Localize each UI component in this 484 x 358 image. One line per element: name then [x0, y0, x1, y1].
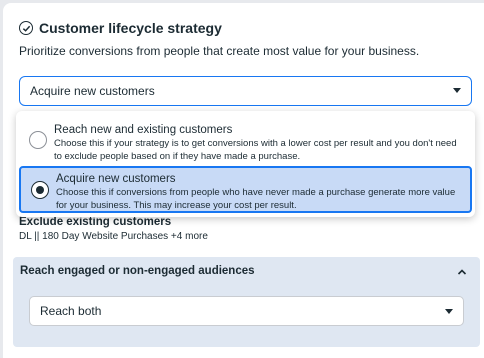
- check-circle-icon: [19, 21, 33, 35]
- option-title: Acquire new customers: [56, 173, 176, 185]
- option-description: Choose this if your strategy is to get c…: [54, 138, 457, 162]
- option-reach-new-and-existing[interactable]: Reach new and existing customers Choose …: [19, 117, 472, 165]
- exclude-existing-title: Exclude existing customers: [19, 216, 172, 228]
- chevron-up-icon[interactable]: [457, 267, 467, 277]
- caret-down-icon: [453, 88, 461, 93]
- strategy-select-value: Acquire new customers: [30, 84, 155, 98]
- option-acquire-new-customers[interactable]: Acquire new customers Choose this if con…: [19, 166, 472, 213]
- card-title: Customer lifecycle strategy: [39, 20, 222, 36]
- option-title: Reach new and existing customers: [54, 124, 233, 136]
- radio-button-selected[interactable]: [31, 181, 49, 199]
- card-header: Customer lifecycle strategy: [19, 20, 222, 36]
- engaged-audiences-section: Reach engaged or non-engaged audiences R…: [13, 257, 480, 347]
- engaged-audiences-select[interactable]: Reach both: [29, 296, 464, 326]
- engaged-audiences-select-value: Reach both: [40, 304, 102, 318]
- card-subtitle: Prioritize conversions from people that …: [19, 44, 420, 58]
- engaged-audiences-title: Reach engaged or non-engaged audiences: [20, 265, 255, 277]
- strategy-dropdown-menu: Reach new and existing customers Choose …: [16, 111, 475, 217]
- lifecycle-strategy-card: Customer lifecycle strategy Prioritize c…: [3, 3, 484, 358]
- radio-button[interactable]: [29, 131, 47, 149]
- strategy-select[interactable]: Acquire new customers: [19, 76, 472, 106]
- option-description: Choose this if conversions from people w…: [56, 187, 456, 211]
- exclude-existing-value: DL || 180 Day Website Purchases +4 more: [19, 231, 208, 242]
- caret-down-icon: [445, 309, 453, 314]
